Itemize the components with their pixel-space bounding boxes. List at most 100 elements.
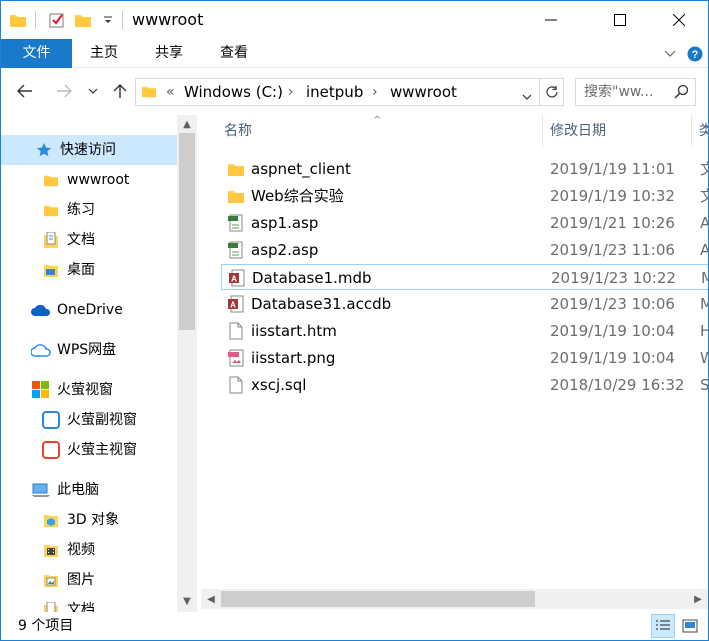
file-row[interactable]: A Database31.accdb 2019/1/23 10:06 M — [221, 291, 708, 317]
search-icon[interactable] — [674, 84, 689, 103]
details-view-button[interactable] — [651, 614, 675, 638]
file-row[interactable]: iisstart.png 2019/1/19 10:04 W — [221, 345, 708, 371]
sidebar-item-onedrive[interactable]: OneDrive — [1, 295, 123, 325]
sidebar-item-pictures[interactable]: 图片 — [1, 565, 95, 595]
file-date: 2019/1/23 11:06 — [550, 241, 675, 259]
explorer-window: wwwroot 文件 主页 共享 查看 ? « Windows (C:) › i… — [0, 0, 709, 641]
sidebar-item-desktop[interactable]: 桌面 — [1, 255, 95, 285]
scroll-left-icon[interactable]: ◀ — [201, 589, 221, 609]
3d-objects-icon — [41, 510, 61, 530]
scroll-down-icon[interactable]: ▼ — [177, 592, 197, 610]
sidebar-item-label: 火萤主视窗 — [67, 442, 137, 458]
scrollbar-thumb[interactable] — [221, 591, 535, 607]
ribbon-tabs: 文件 主页 共享 查看 ? — [1, 39, 708, 68]
tab-share[interactable]: 共享 — [144, 39, 194, 68]
png-file-icon — [227, 349, 245, 367]
blank-file-icon — [227, 376, 245, 394]
recent-locations-icon[interactable] — [85, 80, 101, 102]
sidebar-item-huoying-secondary[interactable]: 火萤副视窗 — [1, 405, 137, 435]
help-icon[interactable]: ? — [685, 44, 705, 64]
file-date: 2019/1/19 10:04 — [550, 349, 675, 367]
breadcrumb-inetpub[interactable]: inetpub — [306, 79, 363, 105]
file-name: asp1.asp — [251, 214, 319, 232]
file-row[interactable]: xscj.sql 2018/10/29 16:32 S — [221, 372, 708, 398]
chevron-down-icon[interactable] — [522, 88, 532, 104]
customize-quick-access-icon[interactable] — [99, 10, 117, 30]
sidebar-item-label: 文档 — [67, 232, 95, 248]
sidebar-item-quick-access[interactable]: 快速访问 — [1, 135, 177, 165]
asp-file-icon — [227, 241, 245, 259]
file-row[interactable]: Web综合实验 2019/1/19 10:32 文 — [221, 183, 708, 209]
breadcrumb-drive[interactable]: Windows (C:) — [184, 79, 283, 105]
sidebar-item-label: 文档 — [67, 602, 95, 612]
expand-ribbon-icon[interactable] — [661, 44, 679, 64]
sidebar-item-label: 快速访问 — [60, 142, 116, 158]
sidebar-item-wps-cloud[interactable]: WPS网盘 — [1, 335, 116, 365]
sidebar-item-practice[interactable]: 练习 — [1, 195, 95, 225]
sidebar-item-label: OneDrive — [57, 302, 123, 318]
folder-icon — [227, 160, 245, 178]
sidebar-item-huoying-main[interactable]: 火萤主视窗 — [1, 435, 137, 465]
window-icon — [41, 440, 61, 460]
file-type: M — [701, 265, 708, 291]
file-type: M — [700, 291, 708, 317]
svg-text:A: A — [230, 301, 236, 310]
file-row[interactable]: iisstart.htm 2019/1/19 10:04 H — [221, 318, 708, 344]
file-row[interactable]: asp2.asp 2019/1/23 11:06 A — [221, 237, 708, 263]
file-type: W — [700, 345, 708, 371]
sidebar-item-wwwroot[interactable]: wwwroot — [1, 165, 129, 195]
sidebar-item-3d-objects[interactable]: 3D 对象 — [1, 505, 119, 535]
forward-arrow-icon[interactable] — [53, 80, 75, 102]
back-arrow-icon[interactable] — [14, 80, 36, 102]
address-bar[interactable]: « Windows (C:) › inetpub › wwwroot — [135, 78, 540, 106]
scroll-up-icon[interactable]: ▲ — [177, 115, 197, 133]
up-arrow-icon[interactable] — [109, 80, 131, 102]
close-button[interactable] — [656, 1, 702, 39]
file-name: Database31.accdb — [251, 295, 392, 313]
navigation-pane: 快速访问 wwwroot 练习 文档 桌面 OneDrive WPS网盘 火萤视… — [1, 115, 197, 612]
chevron-right-icon[interactable]: › — [372, 79, 378, 105]
file-row[interactable]: aspnet_client 2019/1/19 11:01 文 — [221, 156, 708, 182]
file-name: Web综合实验 — [251, 187, 344, 205]
sidebar-item-label: 火萤视窗 — [57, 382, 113, 398]
sidebar-scrollbar[interactable]: ▲ ▼ — [177, 115, 197, 612]
column-header-type[interactable]: 类 — [699, 115, 708, 147]
desktop-icon — [41, 260, 61, 280]
properties-icon[interactable] — [48, 10, 66, 30]
large-icons-view-button[interactable] — [678, 614, 702, 638]
sidebar-item-videos[interactable]: 视频 — [1, 535, 95, 565]
sidebar-item-label: 视频 — [67, 542, 95, 558]
sidebar-item-documents-2[interactable]: 文档 — [1, 595, 95, 612]
file-date: 2019/1/23 10:06 — [550, 295, 675, 313]
title-bar: wwwroot — [1, 1, 708, 39]
sidebar-item-huoying[interactable]: 火萤视窗 — [1, 375, 113, 405]
tab-home[interactable]: 主页 — [79, 39, 129, 68]
address-overflow[interactable]: « — [166, 79, 175, 105]
file-list: ^ 名称 修改日期 类 aspnet_client 2019/1/19 11:0… — [201, 115, 708, 612]
file-date: 2019/1/19 10:04 — [550, 322, 675, 340]
sort-ascending-icon: ^ — [373, 115, 382, 126]
file-row[interactable]: asp1.asp 2019/1/21 10:26 A — [221, 210, 708, 236]
chevron-right-icon[interactable]: › — [288, 79, 294, 105]
sidebar-item-documents[interactable]: 文档 — [1, 225, 95, 255]
search-input[interactable]: 搜索"ww... — [575, 78, 696, 106]
column-header-date[interactable]: 修改日期 — [550, 115, 606, 147]
sidebar-item-label: WPS网盘 — [57, 342, 117, 358]
column-header-name[interactable]: 名称 — [224, 115, 252, 147]
scroll-right-icon[interactable]: ▶ — [688, 589, 708, 609]
breadcrumb-wwwroot[interactable]: wwwroot — [390, 79, 457, 105]
computer-icon — [31, 480, 51, 500]
maximize-button[interactable] — [597, 1, 643, 39]
minimize-button[interactable] — [528, 1, 574, 39]
scrollbar-thumb[interactable] — [179, 133, 195, 330]
sidebar-item-label: 此电脑 — [57, 482, 99, 498]
tab-view[interactable]: 查看 — [209, 39, 259, 68]
refresh-button[interactable] — [540, 78, 564, 106]
app-icon — [31, 380, 51, 400]
new-folder-icon[interactable] — [74, 10, 92, 30]
sidebar-item-this-pc[interactable]: 此电脑 — [1, 475, 99, 505]
horizontal-scrollbar[interactable]: ◀ ▶ — [201, 589, 708, 609]
tab-file[interactable]: 文件 — [1, 39, 72, 68]
documents-icon — [41, 600, 61, 612]
file-row[interactable]: A Database1.mdb 2019/1/23 10:22 M — [221, 264, 708, 290]
